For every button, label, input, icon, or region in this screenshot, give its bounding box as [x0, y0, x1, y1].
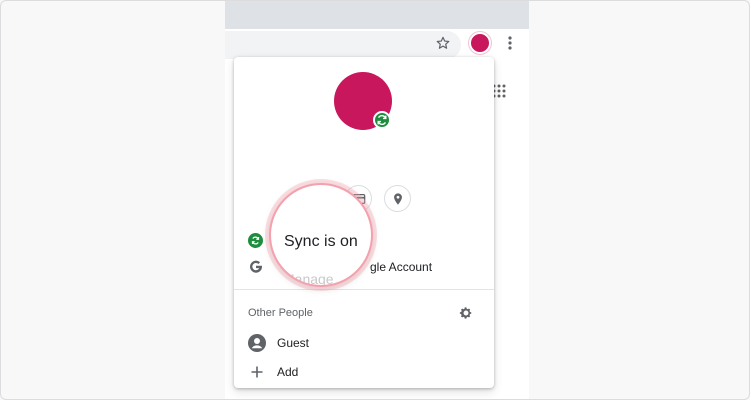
addresses-button[interactable]	[384, 185, 411, 212]
person-icon	[248, 334, 266, 352]
other-people-title: Other People	[248, 307, 313, 319]
manage-account-ghost-text: Manage	[283, 271, 334, 287]
guest-row[interactable]: Guest	[234, 329, 494, 357]
sync-icon	[377, 114, 387, 126]
location-pin-icon	[394, 193, 402, 205]
guest-label: Guest	[277, 336, 310, 350]
star-icon[interactable]	[435, 35, 451, 51]
address-bar[interactable]	[225, 31, 461, 59]
plus-icon	[251, 366, 263, 378]
google-g-icon	[250, 260, 262, 273]
gear-icon[interactable]	[459, 306, 473, 320]
sync-status-label: Sync is on	[284, 233, 358, 250]
browser-titlebar	[225, 1, 529, 29]
zoom-magnifier: Sync is on Manage	[269, 183, 373, 287]
screenshot-frame: gle Account Other People Guest Add Sync …	[0, 0, 750, 400]
sync-badge	[373, 111, 391, 129]
manage-google-account-label: gle Account	[370, 260, 433, 274]
more-vert-icon[interactable]	[503, 35, 517, 51]
add-person-row[interactable]: Add	[234, 358, 494, 386]
profile-avatar-button[interactable]	[469, 32, 491, 54]
add-person-label: Add	[277, 365, 299, 379]
sync-icon	[248, 233, 263, 248]
section-divider	[234, 289, 494, 290]
